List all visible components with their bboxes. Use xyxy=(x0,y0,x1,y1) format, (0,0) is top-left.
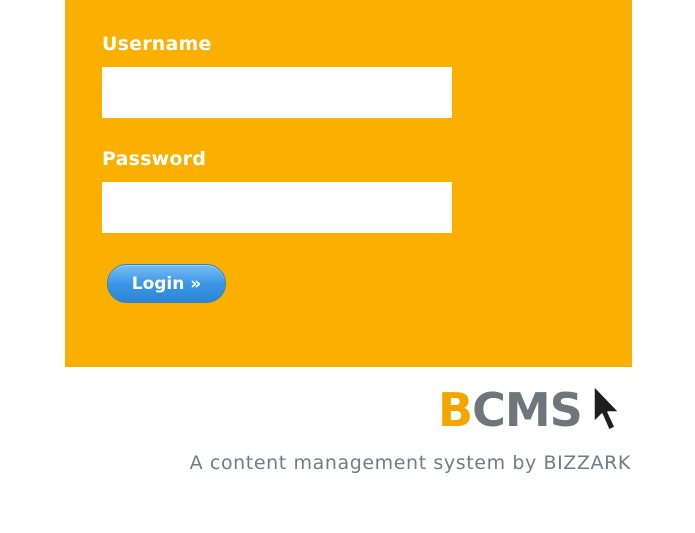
bcms-logo: BCMS xyxy=(438,382,583,438)
logo-initial: B xyxy=(438,383,473,437)
tagline: A content management system by BIZZARK xyxy=(189,452,631,474)
password-label: Password xyxy=(102,148,207,170)
username-input[interactable] xyxy=(102,67,452,118)
arrow-cursor-icon xyxy=(593,385,620,431)
login-button[interactable]: Login » xyxy=(107,264,226,303)
login-panel: Username Password Login » xyxy=(65,0,632,367)
logo-rest: CMS xyxy=(472,383,583,437)
password-input[interactable] xyxy=(102,182,452,233)
username-label: Username xyxy=(102,33,212,55)
